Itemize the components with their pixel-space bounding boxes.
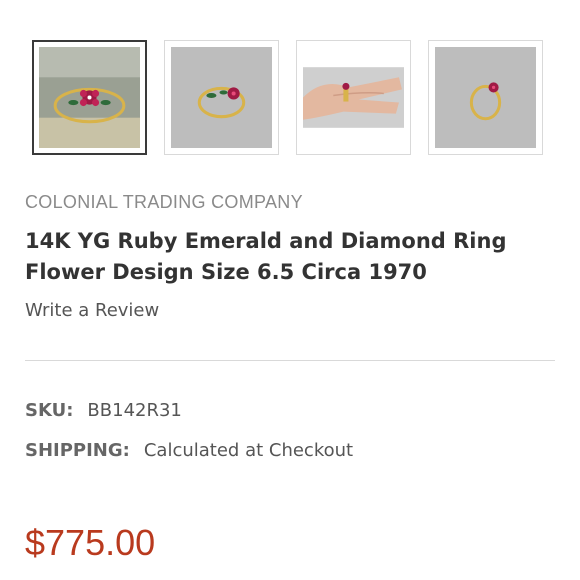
ring-photo-side <box>435 47 536 148</box>
thumbnail-ring-on-hand[interactable] <box>296 40 411 155</box>
sku-value: BB142R31 <box>87 400 182 421</box>
thumbnail-ring-grey[interactable] <box>164 40 279 155</box>
product-price: $775.00 <box>25 522 156 563</box>
product-title: 14K YG Ruby Emerald and Diamond Ring Flo… <box>25 229 507 284</box>
sku-row: SKU: BB142R31 <box>25 400 182 421</box>
write-review-link[interactable]: Write a Review <box>25 300 159 321</box>
ring-photo-stone <box>39 47 140 148</box>
ring-photo-grey <box>171 47 272 148</box>
brand-name[interactable]: COLONIAL TRADING COMPANY <box>25 192 303 213</box>
thumbnail-ring-closeup[interactable] <box>32 40 147 155</box>
shipping-label: SHIPPING: <box>25 440 130 461</box>
shipping-value: Calculated at Checkout <box>143 440 354 461</box>
ring-photo-hand <box>303 47 404 148</box>
shipping-row: SHIPPING: Calculated at Checkout <box>25 440 353 461</box>
divider <box>25 360 555 361</box>
thumbnail-gallery <box>32 40 543 155</box>
thumbnail-ring-side[interactable] <box>428 40 543 155</box>
product-page: COLONIAL TRADING COMPANY 14K YG Ruby Eme… <box>0 0 580 580</box>
sku-label: SKU: <box>25 400 74 421</box>
